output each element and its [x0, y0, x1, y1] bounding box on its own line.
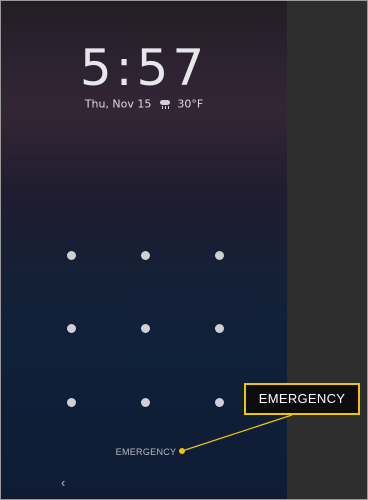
- callout-marker-dot: [179, 448, 185, 454]
- callout-leader-line: [179, 414, 293, 454]
- emergency-callout-label: EMERGENCY: [244, 383, 360, 415]
